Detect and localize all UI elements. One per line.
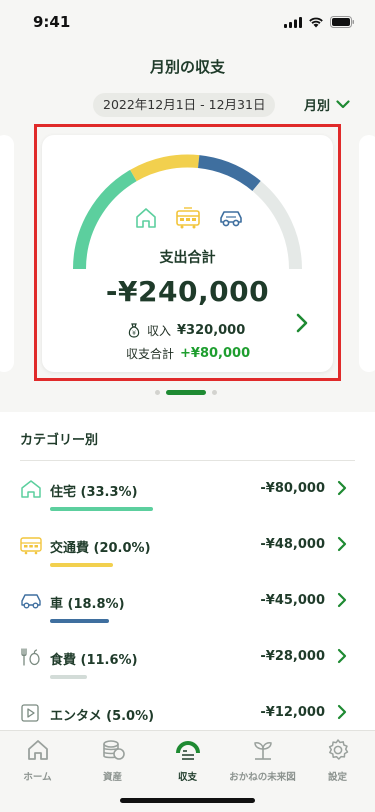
tab-home[interactable]: ホーム [0,737,75,783]
house-icon [136,208,156,228]
chevron-right-icon [337,480,347,496]
signal-icon [284,16,302,28]
tab-assets[interactable]: 資産 [75,737,150,783]
chevron-right-icon[interactable] [292,311,312,335]
train-icon [176,207,200,229]
home-indicator [120,798,255,803]
divider [20,460,355,461]
balance-row: 収支合計 +¥80,000 [126,345,250,362]
category-amount: -¥48,000 [260,537,325,552]
tab-income-expense[interactable]: 収支 [150,737,225,783]
pagination-dot[interactable] [155,390,160,395]
category-label: 食費 (11.6%) [50,653,138,668]
tab-future-plan[interactable]: おかねの未来図 [225,737,300,783]
category-amount: -¥28,000 [260,649,325,664]
category-amount: -¥80,000 [260,481,325,496]
battery-icon [330,16,354,28]
status-time: 9:41 [33,13,71,31]
category-row-housing[interactable]: 住宅 (33.3%) -¥80,000 [0,479,375,529]
balance-label: 収支合計 [126,347,175,361]
food-icon [21,648,40,666]
category-row-food[interactable]: 食費 (11.6%) -¥28,000 [0,647,375,697]
category-label: 車 (18.8%) [50,597,125,612]
page-title: 月別の収支 [149,58,225,76]
balance-value: +¥80,000 [180,346,251,361]
category-section-title: カテゴリー別 [20,433,99,448]
category-label: エンタメ (5.0%) [50,709,155,724]
status-bar: 9:41 [0,0,375,44]
period-label: 月別 [304,99,331,114]
category-share-bar [50,563,113,567]
train-icon [20,537,42,555]
tab-label: おかねの未来図 [229,772,296,783]
house-icon [21,480,41,498]
tab-label: ホーム [23,772,52,783]
expense-total-label: 支出合計 [159,250,216,266]
category-section: カテゴリー別 住宅 (33.3%) -¥80,000 交通費 (20.0%) -… [0,412,375,732]
carousel-prev-card[interactable] [0,135,14,372]
money-bag-icon: ¥ [128,323,140,338]
home-icon [27,740,48,760]
sprout-icon [253,742,272,760]
chevron-down-icon [336,100,350,109]
play-icon [21,704,39,722]
category-share-bar [50,619,109,623]
tab-label: 設定 [327,772,347,783]
category-amount: -¥45,000 [260,593,325,608]
tab-settings[interactable]: 設定 [300,737,375,783]
category-amount: -¥12,000 [260,705,325,720]
gear-icon [328,739,348,760]
expense-summary-card[interactable]: 支出合計 -¥240,000 ¥ 収入 ¥320,000 収支合計 +¥80,0… [42,135,333,372]
chevron-right-icon [337,648,347,664]
chevron-right-icon [337,592,347,608]
pagination-dot[interactable] [212,390,217,395]
category-row-car[interactable]: 車 (18.8%) -¥45,000 [0,591,375,641]
status-icons [284,16,355,28]
chevron-right-icon [337,536,347,552]
income-value: ¥320,000 [177,323,246,338]
tab-label: 収支 [177,772,197,783]
chevron-right-icon [337,704,347,720]
category-label: 住宅 (33.3%) [50,485,138,500]
car-icon [220,211,242,227]
carousel-next-card[interactable] [359,135,375,372]
tab-label: 資産 [102,772,122,783]
category-row-transport[interactable]: 交通費 (20.0%) -¥48,000 [0,535,375,585]
income-label: 収入 [147,324,172,338]
category-label: 交通費 (20.0%) [50,541,151,556]
date-range-pill[interactable]: 2022年12月1日 - 12月31日 [93,93,276,117]
svg-text:¥: ¥ [132,330,136,337]
coins-icon [102,740,125,760]
gauge-segment [197,155,261,192]
pagination-dot-active[interactable] [166,390,206,395]
expense-total-value: -¥240,000 [105,275,270,308]
card-category-icons [134,207,244,229]
category-share-bar [50,675,87,679]
period-selector[interactable]: 月別 [304,95,350,114]
gauge-icon [175,741,200,760]
gauge-segment [130,154,200,182]
category-share-bar [50,507,153,511]
wifi-icon [309,17,323,27]
income-row: ¥ 収入 ¥320,000 [127,322,245,339]
carousel-pagination [155,390,217,395]
car-icon [21,594,41,609]
